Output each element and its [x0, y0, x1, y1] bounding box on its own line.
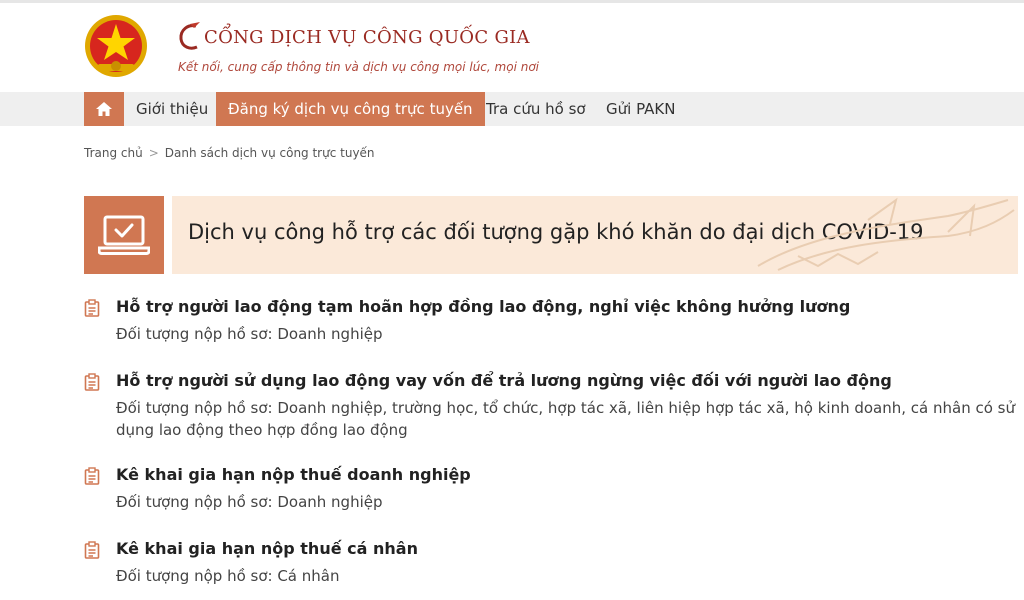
laptop-check-icon	[98, 215, 150, 255]
nav-home-button[interactable]	[84, 92, 124, 126]
stork-logo-icon	[179, 22, 200, 50]
main-nav: Giới thiệu Đăng ký dịch vụ công trực tuy…	[0, 92, 1024, 126]
service-title[interactable]: Kê khai gia hạn nộp thuế cá nhân	[116, 539, 418, 558]
top-border	[0, 0, 1024, 3]
nav-item-dang-ky[interactable]: Đăng ký dịch vụ công trực tuyến	[216, 92, 485, 126]
service-item[interactable]: Kê khai gia hạn nộp thuế doanh nghiệp Đố…	[84, 465, 1024, 521]
national-emblem-icon[interactable]	[84, 14, 148, 78]
breadcrumb-separator: >	[148, 146, 159, 160]
home-icon	[96, 102, 112, 116]
site-tagline: Kết nối, cung cấp thông tin và dịch vụ c…	[178, 60, 539, 74]
site-title: CỔNG DỊCH VỤ CÔNG QUỐC GIA	[176, 22, 539, 52]
service-item[interactable]: Hỗ trợ người lao động tạm hoãn hợp đồng …	[84, 297, 1024, 353]
breadcrumb-current: Danh sách dịch vụ công trực tuyến	[164, 146, 375, 160]
service-description: Đối tượng nộp hồ sơ: Doanh nghiệp	[116, 325, 383, 343]
nav-item-gioi-thieu[interactable]: Giới thiệu	[136, 92, 208, 126]
document-icon	[84, 373, 100, 391]
service-description: Đối tượng nộp hồ sơ: Doanh nghiệp	[116, 493, 383, 511]
service-description: Đối tượng nộp hồ sơ: Doanh nghiệp, trườn…	[116, 399, 1015, 439]
document-icon	[84, 541, 100, 559]
service-item[interactable]: Hỗ trợ người sử dụng lao động vay vốn để…	[84, 371, 1024, 445]
service-title[interactable]: Hỗ trợ người sử dụng lao động vay vốn để…	[116, 371, 892, 390]
breadcrumb: Trang chủ > Danh sách dịch vụ công trực tu…	[84, 146, 375, 160]
bronze-drum-decoration-icon	[757, 197, 1015, 271]
service-title[interactable]: Kê khai gia hạn nộp thuế doanh nghiệp	[116, 465, 471, 484]
category-icon-box	[84, 196, 164, 274]
service-description: Đối tượng nộp hồ sơ: Cá nhân	[116, 567, 340, 585]
service-item[interactable]: Kê khai gia hạn nộp thuế cá nhân Đối tượ…	[84, 539, 1024, 595]
category-banner[interactable]: Dịch vụ công hỗ trợ các đối tượng gặp kh…	[172, 196, 1018, 274]
document-icon	[84, 467, 100, 485]
nav-item-gui-pakn[interactable]: Gửi PAKN	[606, 92, 675, 126]
nav-item-tra-cuu[interactable]: Tra cứu hồ sơ	[486, 92, 586, 126]
brand[interactable]: CỔNG DỊCH VỤ CÔNG QUỐC GIA Kết nối, cung…	[176, 22, 539, 74]
breadcrumb-home-link[interactable]: Trang chủ	[84, 146, 143, 160]
service-title[interactable]: Hỗ trợ người lao động tạm hoãn hợp đồng …	[116, 297, 850, 316]
document-icon	[84, 299, 100, 317]
